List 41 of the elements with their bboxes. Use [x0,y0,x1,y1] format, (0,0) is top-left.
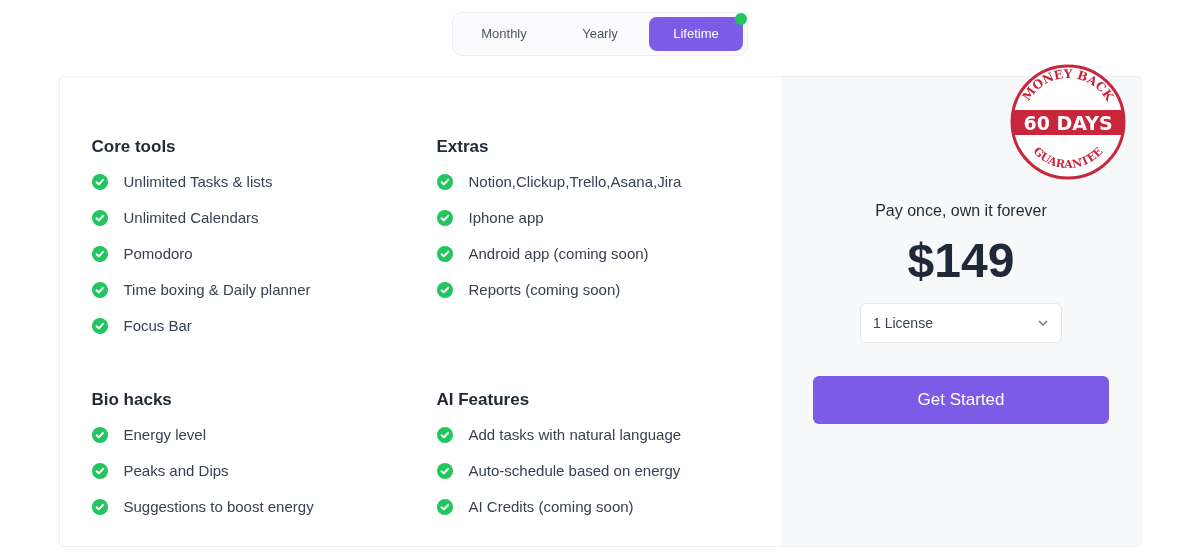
group-title: AI Features [436,388,531,411]
tagline: Pay once, own it forever [875,201,1047,221]
price: $149 [907,233,1015,289]
check-icon [436,426,453,443]
check-icon [91,174,108,190]
license-select[interactable]: 1 License [860,303,1062,343]
feature-label: Unlimited Tasks & lists [123,172,273,192]
group-title: Core tools [91,136,177,158]
feature-label: Reports (coming soon) [468,280,621,300]
check-icon [91,210,108,226]
feature-label: Suggestions to boost energy [123,496,314,517]
check-icon [436,210,453,226]
check-icon [436,174,453,190]
check-icon [91,282,108,298]
feature-label: Add tasks with natural language [468,424,682,445]
check-icon [91,318,108,334]
check-icon [436,246,453,262]
feature-label: Time boxing & Daily planner [123,280,311,300]
feature-label: Unlimited Calendars [123,208,259,228]
feature-label: Iphone app [468,208,544,228]
group-title: Bio hacks [91,388,173,411]
feature-label: Pomodoro [123,244,193,264]
check-icon [91,498,108,515]
group-title: Extras [436,136,490,158]
get-started-button[interactable]: Get Started [813,376,1109,424]
stamp-text: 60 DAYS [1022,112,1113,134]
check-icon [91,462,108,479]
check-icon [436,462,453,479]
billing-tab[interactable]: Yearly [553,17,647,51]
feature-label: Peaks and Dips [123,460,229,481]
check-icon [91,246,108,262]
feature-label: AI Credits (coming soon) [468,496,634,517]
feature-label: Energy level [123,424,207,445]
check-icon [436,282,453,298]
feature-label: Focus Bar [123,316,192,336]
billing-tab[interactable]: Monthly [457,17,551,51]
feature-label: Notion,Clickup,Trello,Asana,Jira [468,172,682,192]
feature-label: Android app (coming soon) [468,244,649,264]
check-icon [91,426,108,443]
feature-label: Auto-schedule based on energy [468,460,681,481]
check-icon [436,498,453,515]
